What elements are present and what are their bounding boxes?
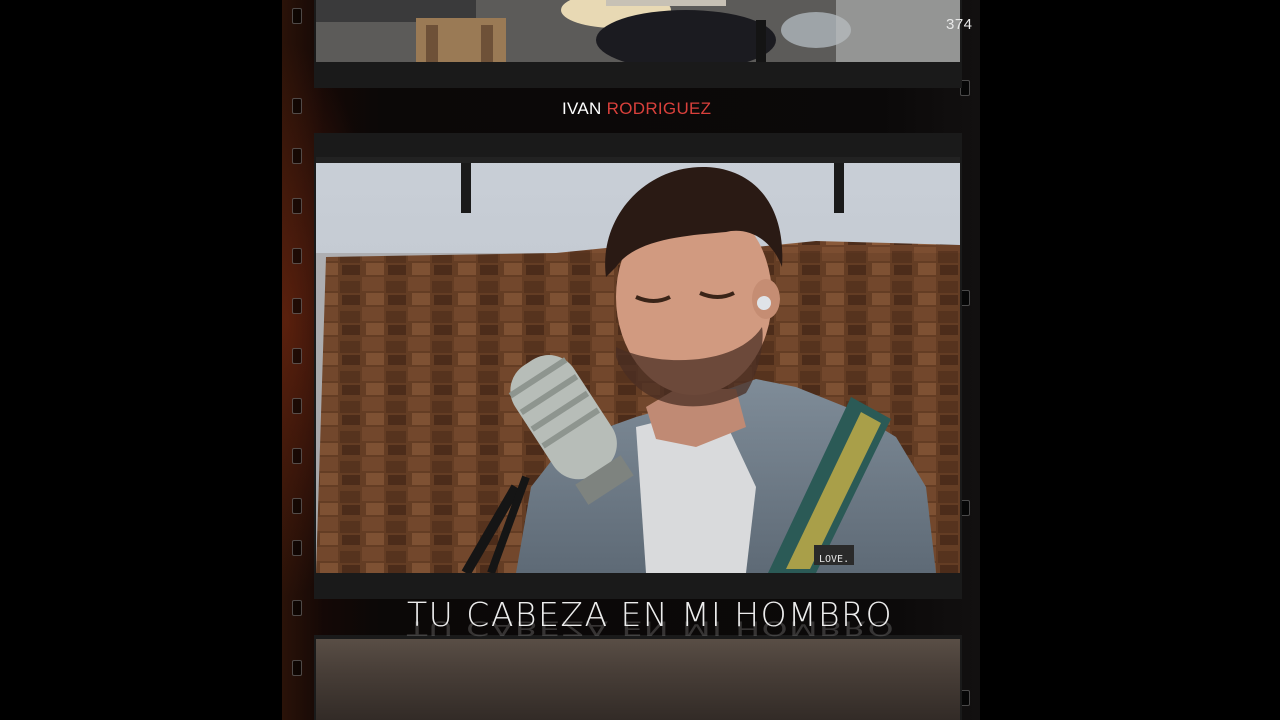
strap-label: LOVE.	[819, 554, 850, 565]
film-frame-previous	[314, 0, 962, 88]
photo-guitarist	[316, 0, 960, 62]
song-title-reflection: TU CABEZA EN MI HOMBRO	[407, 616, 896, 640]
film-frame-current: LOVE.	[314, 133, 962, 599]
artist-last-name: RODRIGUEZ	[606, 99, 712, 118]
photo-singer	[316, 157, 960, 573]
sprocket-holes-right	[960, 0, 974, 720]
artist-first-name: IVAN	[562, 99, 602, 118]
frame-number: 374	[946, 16, 973, 33]
artist-name: IVAN RODRIGUEZ	[562, 99, 711, 119]
film-frame-next	[314, 635, 962, 720]
sprocket-holes-left	[292, 0, 306, 720]
photo-next-frame	[316, 639, 960, 720]
cover-art: LOVE. 374 IVAN RODRIGUEZ TU CABEZA EN MI…	[0, 0, 1280, 720]
